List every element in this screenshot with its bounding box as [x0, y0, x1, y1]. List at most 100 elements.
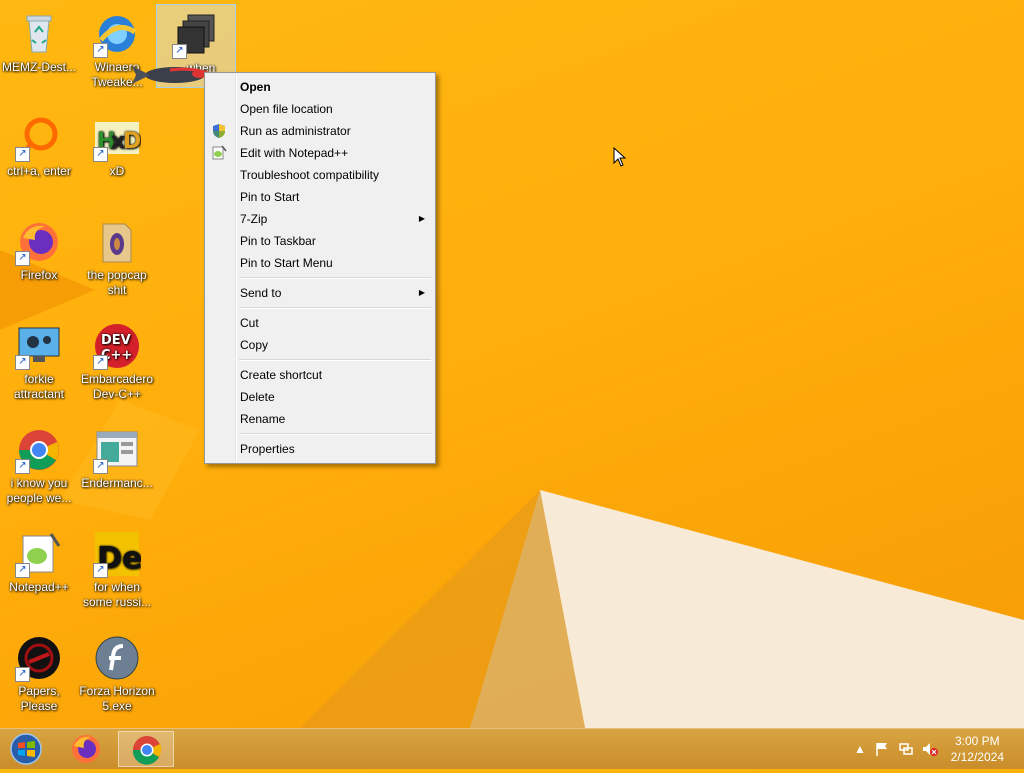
ring-icon: ↗: [15, 114, 63, 162]
desktop-icon-label: Notepad++: [9, 580, 69, 594]
menu-item-pin-to-start-menu[interactable]: Pin to Start Menu: [207, 252, 433, 274]
shortcut-arrow-icon: ↗: [93, 147, 108, 162]
hxd-icon: HxD ↗: [93, 114, 141, 162]
desktop-icon-label: Firefox: [20, 268, 58, 282]
desktop-icon-xd[interactable]: HxD ↗ xD: [78, 108, 156, 179]
notepadpp-icon: ↗: [15, 530, 63, 578]
menu-separator: [239, 277, 431, 279]
volume-muted-icon[interactable]: [922, 741, 938, 757]
desktop-icon-ctrl-a[interactable]: ↗ ctrl+a, enter: [0, 108, 78, 179]
menu-item-label: Pin to Start Menu: [240, 256, 333, 270]
context-menu: Open Open file location Run as administr…: [204, 72, 436, 464]
app-window-icon: ↗: [93, 426, 141, 474]
shortcut-arrow-icon: ↗: [15, 667, 30, 682]
desktop-icon-papers-please[interactable]: ↗ Papers, Please: [0, 628, 78, 714]
menu-item-delete[interactable]: Delete: [207, 386, 433, 408]
papers-please-icon: ↗: [15, 634, 63, 682]
monitor-gear-icon: ↗: [15, 322, 63, 370]
clock[interactable]: 3:00 PM 2/12/2024: [951, 733, 1004, 765]
menu-item-open-file-location[interactable]: Open file location: [207, 98, 433, 120]
desktop-icon-forza[interactable]: Forza Horizon 5.exe: [78, 628, 156, 714]
menu-item-run-as-admin[interactable]: Run as administrator: [207, 120, 433, 142]
firefox-icon: [72, 735, 100, 763]
winaero-icon: ↗: [93, 10, 141, 58]
flash-icon: [93, 634, 141, 682]
menu-separator: [239, 307, 431, 309]
menu-item-label: Open file location: [240, 102, 333, 116]
desktop-icon-notepadpp[interactable]: ↗ Notepad++: [0, 524, 78, 595]
desktop-icon-label: Endermanc...: [81, 476, 153, 490]
taskbar-firefox-button[interactable]: [58, 731, 114, 767]
desktop-icon-de[interactable]: De ↗ for when some russi...: [78, 524, 156, 610]
shortcut-arrow-icon: ↗: [172, 44, 187, 59]
menu-item-open[interactable]: Open: [207, 76, 433, 98]
menu-separator: [239, 433, 431, 435]
menu-item-label: Cut: [240, 316, 259, 330]
menu-item-label: Run as administrator: [240, 124, 351, 138]
de-icon: De ↗: [93, 530, 142, 578]
menu-item-label: Properties: [240, 442, 295, 456]
shortcut-arrow-icon: ↗: [15, 563, 30, 578]
network-icon[interactable]: [898, 741, 914, 757]
show-hidden-icon[interactable]: ▲: [852, 741, 868, 757]
start-button[interactable]: [6, 732, 46, 766]
shortcut-arrow-icon: ↗: [93, 355, 108, 370]
desktop-icon-label: Papers, Please: [18, 684, 60, 713]
menu-item-label: Copy: [240, 338, 269, 352]
desktop-icon-popcap[interactable]: the popcap shit: [78, 212, 156, 298]
menu-item-7zip[interactable]: 7-Zip ▶: [207, 208, 433, 230]
menu-item-properties[interactable]: Properties: [207, 438, 433, 460]
menu-item-label: Troubleshoot compatibility: [240, 168, 379, 182]
menu-item-create-shortcut[interactable]: Create shortcut: [207, 364, 433, 386]
submenu-arrow-icon: ▶: [418, 288, 425, 297]
mouse-cursor-icon: [613, 147, 627, 167]
desktop-icon-label: ctrl+a, enter: [7, 164, 71, 178]
desktop-icon-label: Embarcadero Dev-C++: [80, 372, 154, 401]
menu-item-label: Create shortcut: [240, 368, 323, 382]
menu-item-label: Pin to Taskbar: [240, 234, 316, 248]
menu-item-label: Send to: [240, 286, 282, 300]
desktop-icon-devcpp[interactable]: DEV C++ ↗ Embarcadero Dev-C++: [78, 316, 156, 402]
menu-item-edit-notepadpp[interactable]: Edit with Notepad++: [207, 142, 433, 164]
menu-item-label: Edit with Notepad++: [240, 146, 349, 160]
desktop-icon-chrome[interactable]: ↗ i know you people we...: [0, 420, 78, 506]
windows-start-orb-icon: [10, 733, 42, 765]
menu-item-troubleshoot[interactable]: Troubleshoot compatibility: [207, 164, 433, 186]
notepadpp-icon: [211, 145, 227, 161]
desktop-icon-label: the popcap shit: [87, 268, 147, 297]
menu-item-rename[interactable]: Rename: [207, 408, 433, 430]
window-stack-icon: ↗: [172, 11, 220, 59]
svg-text:D: D: [123, 129, 141, 154]
menu-item-label: Pin to Start: [240, 190, 300, 204]
desktop-icon-label: forkie attractant: [13, 372, 65, 401]
submenu-arrow-icon: ▶: [418, 214, 425, 223]
menu-item-label: 7-Zip: [240, 212, 268, 226]
desktop-icon-endermanch[interactable]: ↗ Endermanc...: [78, 420, 156, 491]
desktop-icon-label: i know you people we...: [6, 476, 72, 505]
action-center-flag-icon[interactable]: [874, 741, 890, 757]
recycle-bin-icon: [15, 10, 63, 58]
menu-item-cut[interactable]: Cut: [207, 312, 433, 334]
taskbar: ▲ 3:00 PM 2/12/2024: [0, 728, 1024, 769]
firefox-icon: ↗: [15, 218, 63, 266]
menu-item-send-to[interactable]: Send to ▶: [207, 282, 433, 304]
desktop-icon-forkie[interactable]: ↗ forkie attractant: [0, 316, 78, 402]
uac-shield-icon: [211, 123, 227, 139]
clock-time: 3:00 PM: [954, 734, 1000, 748]
menu-item-copy[interactable]: Copy: [207, 334, 433, 356]
taskbar-chrome-button[interactable]: [118, 731, 174, 767]
shortcut-arrow-icon: ↗: [15, 147, 30, 162]
desktop-icon-label: MEMZ-Dest...: [2, 60, 76, 74]
system-tray: ▲ 3:00 PM 2/12/2024: [824, 729, 1024, 769]
shortcut-arrow-icon: ↗: [15, 251, 30, 266]
devcpp-icon: DEV C++ ↗: [93, 322, 141, 370]
desktop-icon-memz[interactable]: MEMZ-Dest...: [0, 4, 78, 75]
shortcut-arrow-icon: ↗: [93, 563, 108, 578]
folder-icon: [93, 218, 141, 266]
menu-item-pin-to-taskbar[interactable]: Pin to Taskbar: [207, 230, 433, 252]
shortcut-arrow-icon: ↗: [93, 43, 108, 58]
desktop-icon-firefox[interactable]: ↗ Firefox: [0, 212, 78, 283]
desktop-icon-label: for when some russi...: [82, 580, 151, 609]
menu-separator: [239, 359, 431, 361]
menu-item-pin-to-start[interactable]: Pin to Start: [207, 186, 433, 208]
